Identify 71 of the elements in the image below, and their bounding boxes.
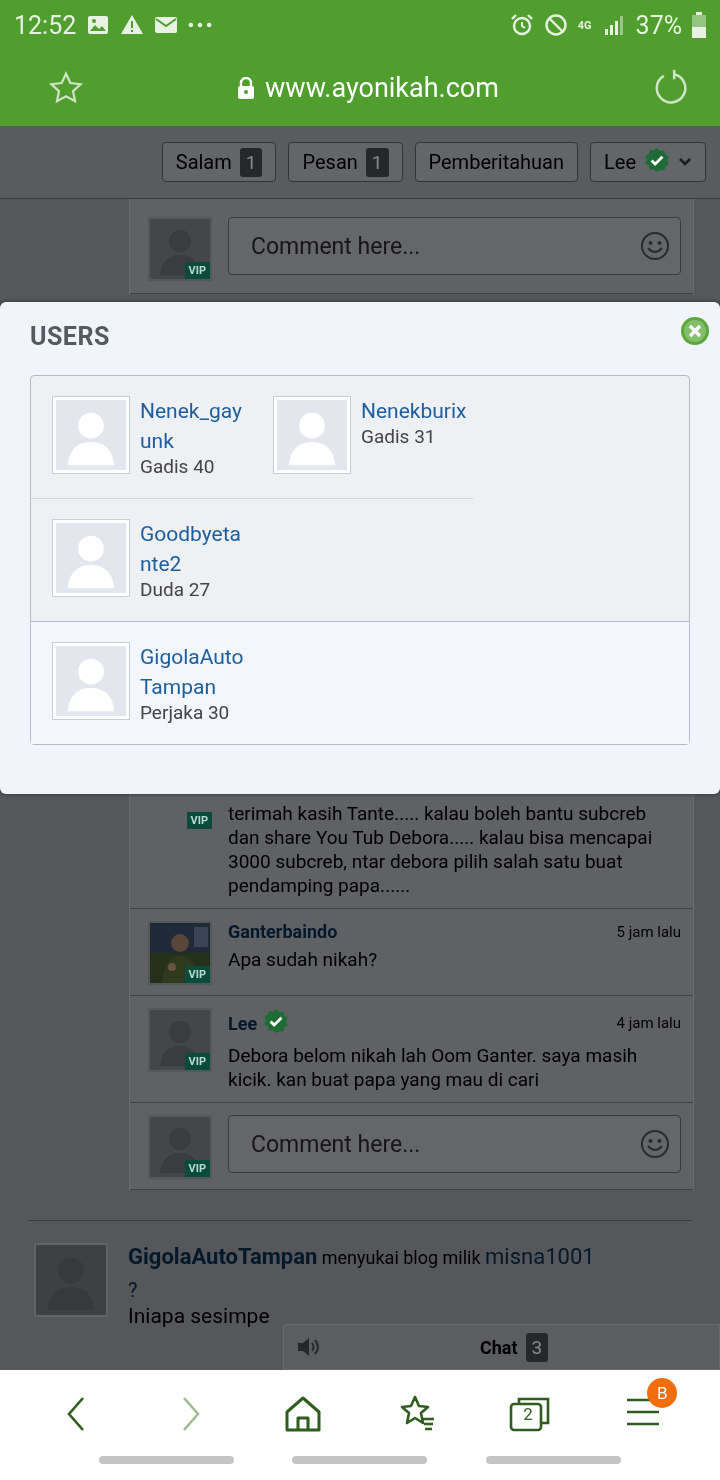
comment-text: Debora belom nikah lah Oom Ganter. saya masih kicik. kan buat papa yang mau di cari <box>228 1044 639 1092</box>
nav-button[interactable]: Pemberitahuan <box>414 142 578 182</box>
vip-badge: VIP <box>186 812 212 829</box>
vip-badge: VIP <box>184 966 210 983</box>
user-name-link[interactable]: Nenekburix <box>361 396 467 426</box>
user-info: Duda 27 <box>140 579 212 601</box>
comment-text: terimah kasih Tante..... kalau boleh bantu subcreb dan share You Tub Debora..... kalau bisa mencapai 3000 subcreb, ntar debora pilih salah satu buat pendamping papa...... <box>228 802 654 898</box>
image-icon <box>86 13 111 37</box>
nav-handle[interactable] <box>99 1456 235 1464</box>
warning-icon <box>120 13 145 37</box>
avatar-placeholder-icon <box>56 523 126 593</box>
avatar-placeholder-icon <box>277 400 347 470</box>
chat-count: 3 <box>525 1332 549 1362</box>
vip-badge: VIP <box>184 262 210 279</box>
battery-icon <box>692 12 706 38</box>
smiley-icon[interactable] <box>640 1129 670 1159</box>
speaker-icon[interactable] <box>296 1336 322 1358</box>
user-name-link[interactable]: Goodbyetante2 <box>140 519 246 579</box>
lock-icon <box>237 77 256 99</box>
activity-text: GigolaAutoTampan menyukai blog milik misna1001 <box>128 1243 595 1271</box>
comment-time: 4 jam lalu <box>616 1014 681 1032</box>
verified-icon <box>263 1008 290 1034</box>
comment-placeholder: Comment here... <box>251 232 421 260</box>
avatar-placeholder-icon <box>150 1010 210 1070</box>
vip-badge: VIP <box>184 1160 210 1177</box>
nav-button[interactable]: Salam 1 <box>161 142 277 182</box>
user-avatar[interactable] <box>52 642 130 720</box>
comment-author[interactable]: Lee <box>228 1012 258 1034</box>
alarm-icon <box>509 13 534 37</box>
comment-time: 5 jam lalu <box>616 922 681 941</box>
more-icon <box>188 22 213 28</box>
user-name-link[interactable]: Nenek_gayunk <box>140 396 246 456</box>
nav-button[interactable]: Pesan 1 <box>288 142 403 182</box>
blog-excerpt: Iniapa sesimpe <box>128 1304 270 1328</box>
network-type: 4G <box>577 19 592 31</box>
comment-author[interactable]: Ganterbaindo <box>228 921 338 942</box>
clock: 12:52 <box>14 10 77 40</box>
avatar-placeholder-icon <box>36 1245 106 1315</box>
avatar-placeholder-icon <box>56 400 126 470</box>
count-badge: 1 <box>365 147 389 177</box>
comment-placeholder: Comment here... <box>251 1130 421 1158</box>
avatar-placeholder-icon <box>150 1117 210 1177</box>
verified-icon <box>644 146 670 173</box>
url-text[interactable]: www.ayonikah.com <box>265 72 499 104</box>
close-icon[interactable] <box>680 316 710 346</box>
user-avatar[interactable] <box>273 396 351 474</box>
comment-field[interactable]: Comment here... <box>228 217 681 275</box>
nav-handle[interactable] <box>485 1456 621 1464</box>
dialog-title: USERS <box>30 322 111 351</box>
blog-title-link[interactable]: ? <box>128 1278 138 1302</box>
user-menu-button[interactable]: Lee <box>590 142 706 182</box>
do-not-disturb-icon <box>543 13 568 37</box>
nav-handle[interactable] <box>292 1456 428 1464</box>
user-info: Perjaka 30 <box>140 702 231 724</box>
user-name-link[interactable]: GigolaAutoTampan <box>140 642 246 702</box>
user-avatar[interactable] <box>52 519 130 597</box>
user-avatar[interactable] <box>52 396 130 474</box>
star-icon[interactable] <box>48 70 84 106</box>
user-info: Gadis 31 <box>361 426 437 448</box>
avatar-placeholder-icon <box>150 219 210 279</box>
count-badge: 1 <box>239 147 263 177</box>
chat-bar[interactable]: Chat 3 <box>283 1324 720 1370</box>
caret-icon <box>678 157 692 167</box>
vip-badge: VIP <box>184 1053 210 1070</box>
comment-text: Apa sudah nikah? <box>228 948 379 972</box>
battery-percent: 37% <box>635 10 682 40</box>
notification-badge: B <box>647 1378 678 1408</box>
comment-field[interactable]: Comment here... <box>228 1115 681 1173</box>
avatar-placeholder-icon <box>56 646 126 716</box>
user-info: Gadis 40 <box>140 456 216 478</box>
smiley-icon[interactable] <box>640 231 670 261</box>
